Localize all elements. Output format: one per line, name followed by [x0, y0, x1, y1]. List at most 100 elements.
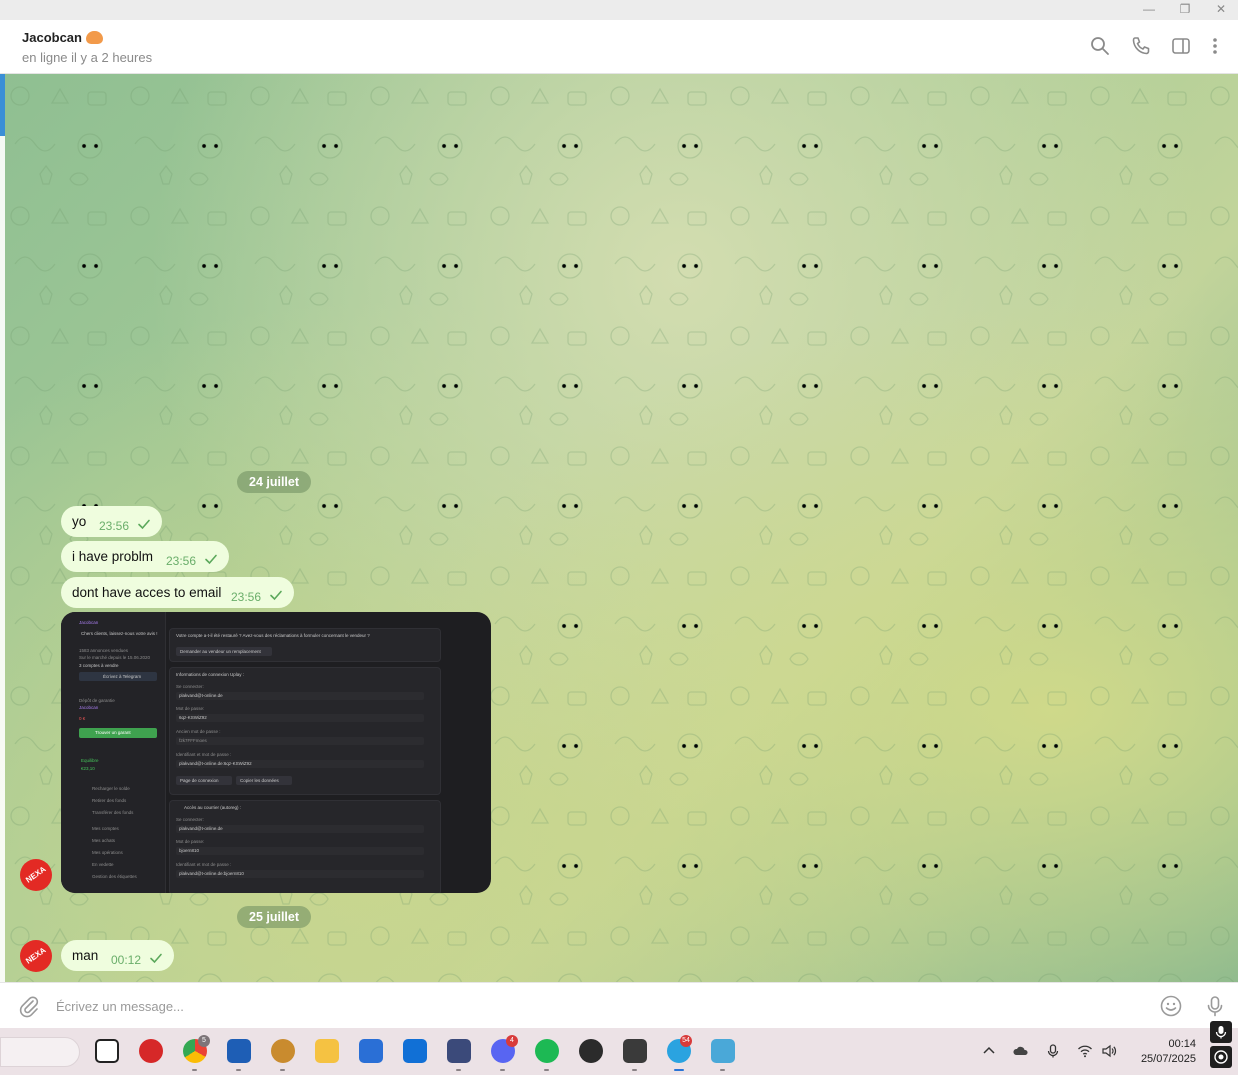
ss-login-page-label: Page de connexion: [180, 778, 219, 783]
ss-password-field: 6qz-KSWiZ92: [176, 714, 424, 722]
contact-status: en ligne il y a 2 heures: [22, 50, 153, 65]
ss-sold: 1583 annonces vendues: [79, 648, 129, 653]
running-indicator: [280, 1069, 285, 1071]
outlook-icon[interactable]: [403, 1039, 427, 1063]
tor-icon[interactable]: [579, 1039, 603, 1063]
microphone-icon[interactable]: [1203, 994, 1227, 1018]
ss-replace-label: Demander au vendeur un remplacement: [180, 649, 261, 654]
ss-balance-value: €23,10: [81, 766, 95, 771]
message-bubble[interactable]: yo 23:56: [61, 506, 162, 537]
ss-uplay-panel: Informations de connexion Uplay : Se con…: [169, 667, 441, 795]
ss-mail-combo-label: Identifiant et mot de passe :: [176, 862, 232, 867]
ss-mail-password-label: Mot de passe:: [176, 839, 205, 844]
spotify-icon[interactable]: [535, 1039, 559, 1063]
more-vert-icon[interactable]: [1204, 35, 1226, 57]
message-bubble[interactable]: i have problm 23:56: [61, 541, 229, 572]
vpn-icon[interactable]: [447, 1039, 471, 1063]
message-input[interactable]: [56, 997, 956, 1015]
ss-menu-item: Retirer des fonds: [92, 798, 127, 803]
message-bubble[interactable]: man 00:12: [61, 940, 174, 971]
ss-mail-password-value: bjoern810: [179, 848, 200, 853]
ss-combo-field: plakvand@t-online.de:6qz-KSWiZ92: [176, 760, 424, 768]
microsoft-store-icon[interactable]: [359, 1039, 383, 1063]
image-message[interactable]: Jacobcan Chers clients, laissez-nous vot…: [61, 612, 491, 893]
screenshot-sidebar: Jacobcan Chers clients, laissez-nous vot…: [61, 612, 166, 893]
clock-date[interactable]: 25/07/2025: [1130, 1053, 1196, 1065]
screenshot-main: Votre compte a-t-il été restauré ? Avez-…: [169, 612, 491, 893]
running-indicator: [192, 1069, 197, 1071]
running-indicator: [500, 1069, 505, 1071]
ss-login-label: Se connecter:: [176, 684, 204, 689]
message-text: dont have acces to email: [72, 585, 222, 600]
record-overlay-button[interactable]: [1210, 1046, 1232, 1068]
window-titlebar: — ❐ ✕: [0, 0, 1238, 20]
message-composer: [0, 982, 1238, 1028]
chat-history[interactable]: 24 juillet yo 23:56 i have problm 23:56 …: [0, 74, 1238, 982]
ss-guarantee-btn-label: Trouver un garant: [95, 730, 131, 735]
ss-uplay-title: Informations de connexion Uplay :: [176, 672, 245, 677]
task-view-icon[interactable]: [95, 1039, 119, 1063]
ss-login-field: plakvand@t-online.de: [176, 692, 424, 700]
avatar[interactable]: NEXA: [20, 940, 52, 972]
ss-login-page-button: Page de connexion: [176, 776, 232, 785]
running-indicator: [632, 1069, 637, 1071]
ss-mail-login-field: plakvand@t-online.de: [176, 825, 424, 833]
ss-telegram-label: Écrivez à Telegram: [103, 674, 142, 679]
ss-menu-item: Mes opérations: [92, 850, 123, 855]
mic-tray-icon[interactable]: [1045, 1043, 1061, 1059]
discord-badge: 4: [506, 1035, 518, 1047]
message-bubble[interactable]: dont have acces to email 23:56: [61, 577, 294, 608]
ss-copy-label: Copier les données: [240, 778, 279, 783]
ss-menu-item: Mes comptes: [92, 826, 119, 831]
ss-mail-panel: Accès au courrier (autoreg) : Se connect…: [169, 800, 441, 893]
close-button[interactable]: ✕: [1203, 0, 1238, 20]
clock-time[interactable]: 00:14: [1156, 1038, 1196, 1050]
rainbow-six-icon[interactable]: [623, 1039, 647, 1063]
ss-accounts: 3 comptes à vendre: [79, 663, 119, 668]
sent-check-icon: [150, 953, 162, 964]
date-separator: 25 juillet: [237, 906, 312, 928]
contact-name-label: Jacobcan: [22, 30, 82, 45]
volume-icon[interactable]: [1101, 1043, 1117, 1059]
ss-seller: Jacobcan: [79, 620, 99, 625]
running-indicator: [544, 1069, 549, 1071]
file-explorer-icon[interactable]: [315, 1039, 339, 1063]
ss-password-value: 6qz-KSWiZ92: [179, 715, 207, 720]
emoji-icon[interactable]: [1159, 994, 1183, 1018]
message-time: 00:12: [111, 953, 142, 967]
minimize-button[interactable]: —: [1131, 0, 1167, 20]
ss-copy-button: Copier les données: [236, 776, 292, 785]
ss-mail-password-field: bjoern810: [176, 847, 424, 855]
ss-mail-title: Accès au courrier (autoreg) :: [184, 805, 242, 810]
message-text: man: [72, 948, 99, 963]
ss-greeting: Chers clients, laissez-nous votre avis !: [81, 631, 158, 636]
sidebar-toggle-icon[interactable]: [1170, 35, 1192, 57]
sent-check-icon: [205, 554, 217, 565]
ss-mail-login-label: Se connecter:: [176, 817, 204, 822]
taskbar-search[interactable]: [0, 1037, 80, 1067]
chevron-up-icon[interactable]: [981, 1043, 997, 1059]
mcafee-icon[interactable]: [139, 1039, 163, 1063]
telegram-badge: 54: [680, 1035, 692, 1047]
contact-name[interactable]: Jacobcan: [22, 30, 103, 45]
lightshot-icon[interactable]: [227, 1039, 251, 1063]
onedrive-icon[interactable]: [1013, 1043, 1029, 1059]
network-app-icon[interactable]: [711, 1039, 735, 1063]
ss-old-password-value: f2k7FFFmoes: [179, 738, 207, 743]
message-time: 23:56: [166, 554, 197, 568]
voice-overlay-button[interactable]: [1210, 1021, 1232, 1043]
attach-icon[interactable]: [17, 994, 41, 1018]
record-icon: [1214, 1050, 1228, 1064]
phone-icon[interactable]: [1130, 35, 1152, 57]
ss-question: Votre compte a-t-il été restauré ? Avez-…: [176, 633, 370, 638]
wifi-icon[interactable]: [1077, 1043, 1093, 1059]
ss-combo-label: Identifiant et mot de passe :: [176, 752, 232, 757]
tiger-app-icon[interactable]: [271, 1039, 295, 1063]
avatar[interactable]: NEXA: [20, 859, 52, 891]
restore-button[interactable]: ❐: [1167, 0, 1203, 20]
active-indicator: [674, 1069, 684, 1071]
ss-old-password-field: f2k7FFFmoes: [176, 737, 424, 745]
search-icon[interactable]: [1089, 35, 1111, 57]
message-text: yo: [72, 514, 87, 529]
ss-menu-item: Recharger le solde: [92, 786, 130, 791]
